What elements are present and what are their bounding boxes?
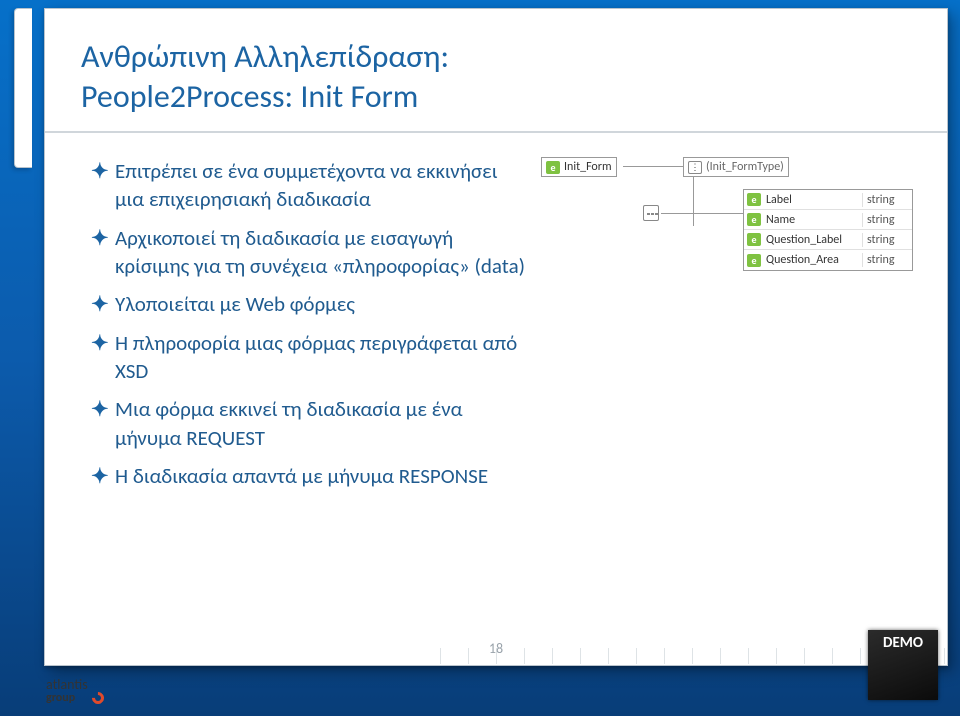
list-item: ✦ Μια φόρμα εκκινεί τη διαδικασία με ένα… (91, 395, 531, 452)
root-element-name: Init_Form (564, 160, 612, 174)
plus-icon: ✦ (91, 329, 115, 386)
side-tab (14, 8, 32, 168)
xsd-property-box: e Label string e Name string e Question_… (743, 189, 913, 271)
xsd-root-element: e Init_Form (541, 157, 617, 177)
bullet-list: ✦ Επιτρέπει σε ένα συμμετέχοντα να εκκιν… (91, 151, 531, 500)
bullet-text: Η πληροφορία μιας φόρμας περιγράφεται απ… (115, 329, 531, 386)
bullet-text: Αρχικοποιεί τη διαδικασία με εισαγωγή κρ… (115, 224, 531, 281)
plus-icon: ✦ (91, 224, 115, 281)
footer-logo: atlantis group (46, 678, 104, 704)
title-line-2: People2Process: Init Form (81, 77, 418, 116)
xsd-property-row: e Question_Label string (744, 230, 912, 250)
sequence-icon (643, 205, 659, 221)
plus-icon: ✦ (91, 157, 115, 214)
prop-type: string (862, 213, 912, 227)
slide-title: Ανθρώπινη Αλληλεπίδραση: People2Process:… (45, 9, 947, 133)
list-item: ✦ Αρχικοποιεί τη διαδικασία με εισαγωγή … (91, 224, 531, 281)
connector-line (623, 166, 683, 167)
xsd-property-row: e Name string (744, 210, 912, 230)
prop-name: Question_Label (764, 233, 862, 247)
list-item: ✦ Η πληροφορία μιας φόρμας περιγράφεται … (91, 329, 531, 386)
prop-type: string (862, 253, 912, 267)
logo-accent-icon (89, 690, 106, 707)
bullet-text: Επιτρέπει σε ένα συμμετέχοντα να εκκινήσ… (115, 157, 531, 214)
element-icon: e (747, 213, 761, 226)
root-type-name: (Init_FormType) (706, 160, 784, 174)
xsd-root-type: ⋮ (Init_FormType) (683, 157, 789, 177)
list-item: ✦ Επιτρέπει σε ένα συμμετέχοντα να εκκιν… (91, 157, 531, 214)
xsd-property-row: e Question_Area string (744, 250, 912, 270)
bullet-text: Υλοποιείται με Web φόρμες (115, 290, 531, 318)
logo-text-2: group (46, 692, 88, 704)
list-item: ✦ Υλοποιείται με Web φόρμες (91, 290, 531, 318)
connector-line (693, 176, 694, 226)
connector-line (661, 213, 729, 214)
title-line-1: Ανθρώπινη Αλληλεπίδραση: (81, 37, 449, 76)
element-icon: e (546, 161, 560, 174)
plus-icon: ✦ (91, 462, 115, 490)
bullet-text: Μια φόρμα εκκινεί τη διαδικασία με ένα μ… (115, 395, 531, 452)
prop-name: Label (764, 193, 862, 207)
logo-text-1: atlantis (46, 678, 88, 692)
prop-type: string (862, 233, 912, 247)
slide: Ανθρώπινη Αλληλεπίδραση: People2Process:… (0, 0, 960, 716)
connector-line (729, 213, 743, 214)
prop-name: Question_Area (764, 253, 862, 267)
xsd-diagram: e Init_Form ⋮ (Init_FormType) (531, 151, 927, 500)
slide-body: ✦ Επιτρέπει σε ένα συμμετέχοντα να εκκιν… (45, 133, 947, 510)
plus-icon: ✦ (91, 395, 115, 452)
element-icon: e (747, 193, 761, 206)
bullet-text: Η διαδικασία απαντά με μήνυμα RESPONSE (115, 462, 531, 490)
list-item: ✦ Η διαδικασία απαντά με μήνυμα RESPONSE (91, 462, 531, 490)
demo-badge: DEMO (868, 630, 938, 700)
xsd-property-row: e Label string (744, 190, 912, 210)
demo-label: DEMO (883, 634, 923, 652)
content-card: Ανθρώπινη Αλληλεπίδραση: People2Process:… (44, 8, 948, 666)
prop-name: Name (764, 213, 862, 227)
prop-type: string (862, 193, 912, 207)
type-icon: ⋮ (688, 161, 702, 174)
element-icon: e (747, 254, 761, 267)
plus-icon: ✦ (91, 290, 115, 318)
element-icon: e (747, 233, 761, 246)
